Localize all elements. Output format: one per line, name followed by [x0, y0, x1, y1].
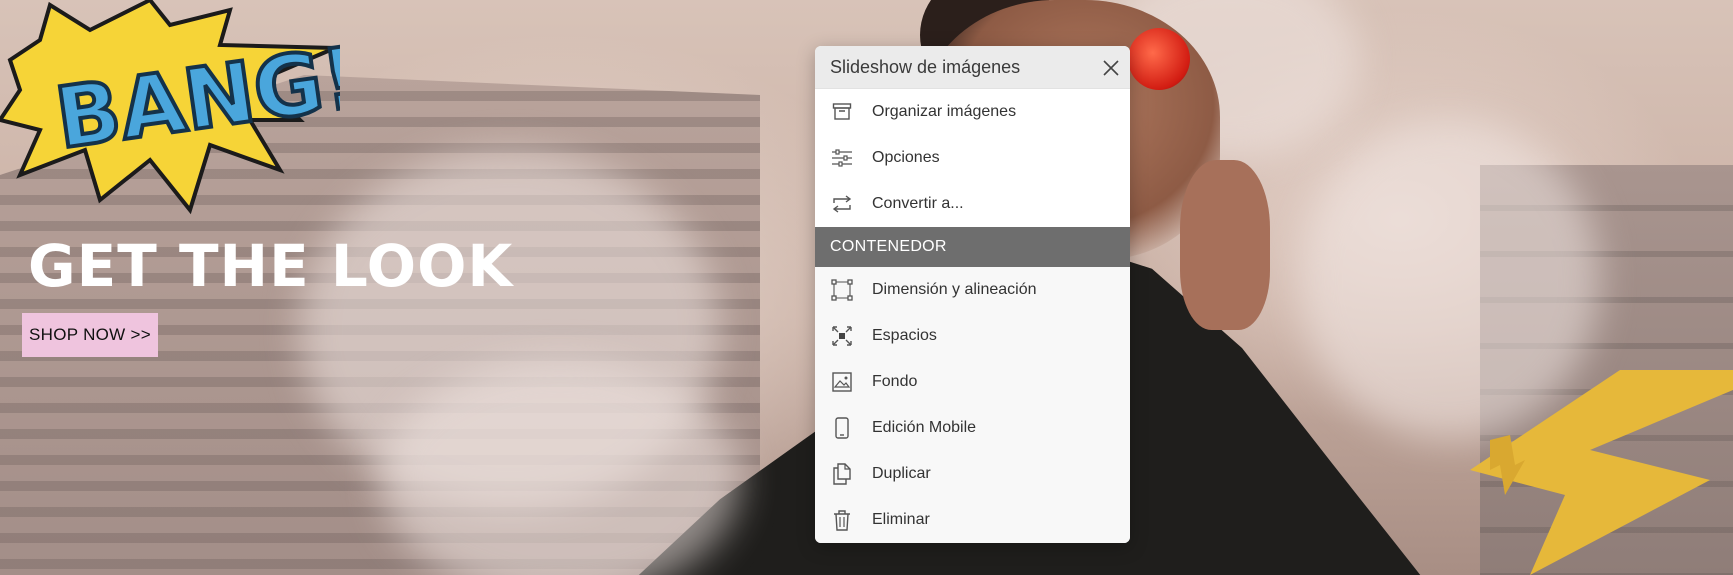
section-header-contenedor: CONTENEDOR [815, 227, 1130, 267]
bang-badge: BANG! [0, 0, 340, 215]
menu-item-fondo[interactable]: Fondo [815, 359, 1130, 405]
image-background-icon [830, 370, 854, 394]
resize-frame-icon [830, 278, 854, 302]
menu-item-label: Espacios [872, 327, 937, 344]
panel-title: Slideshow de imágenes [830, 56, 1021, 77]
menu-item-opciones[interactable]: Opciones [815, 135, 1130, 181]
menu-item-label: Opciones [872, 149, 940, 166]
mobile-phone-icon [830, 416, 854, 440]
spacing-icon [830, 324, 854, 348]
convert-arrows-icon [830, 192, 854, 216]
menu-item-eliminar[interactable]: Eliminar [815, 497, 1130, 543]
close-icon [1103, 60, 1119, 76]
duplicate-icon [830, 462, 854, 486]
archive-box-icon [830, 100, 854, 124]
menu-item-label: Edición Mobile [872, 419, 977, 436]
section-label: CONTENEDOR [830, 238, 947, 255]
menu-item-label: Eliminar [872, 511, 930, 528]
lightning-bolt-icon [1470, 370, 1733, 575]
shop-now-button[interactable]: SHOP NOW >> [22, 313, 158, 357]
menu-item-label: Fondo [872, 373, 918, 390]
menu-item-label: Convertir a... [872, 195, 964, 212]
menu-item-dimension-alineacion[interactable]: Dimensión y alineación [815, 267, 1130, 313]
menu-item-duplicar[interactable]: Duplicar [815, 451, 1130, 497]
menu-item-label: Organizar imágenes [872, 103, 1017, 120]
sliders-icon [830, 146, 854, 170]
panel-header: Slideshow de imágenes [815, 46, 1130, 89]
close-button[interactable] [1098, 55, 1124, 81]
red-sunglasses [1128, 28, 1190, 90]
slideshow-context-panel: Slideshow de imágenes Organizar imágenes… [815, 46, 1130, 543]
menu-item-label: Dimensión y alineación [872, 281, 1037, 298]
menu-item-edicion-mobile[interactable]: Edición Mobile [815, 405, 1130, 451]
hero-title: GET THE LOOK [28, 232, 514, 300]
menu-group-contenedor: Dimensión y alineación Espacios Fondo Ed… [815, 267, 1130, 543]
menu-item-label: Duplicar [872, 465, 931, 482]
trash-icon [830, 508, 854, 532]
menu-item-espacios[interactable]: Espacios [815, 313, 1130, 359]
menu-group-slideshow: Organizar imágenes Opciones Convertir a.… [815, 89, 1130, 227]
menu-item-organizar-imagenes[interactable]: Organizar imágenes [815, 89, 1130, 135]
menu-item-convertir[interactable]: Convertir a... [815, 181, 1130, 227]
